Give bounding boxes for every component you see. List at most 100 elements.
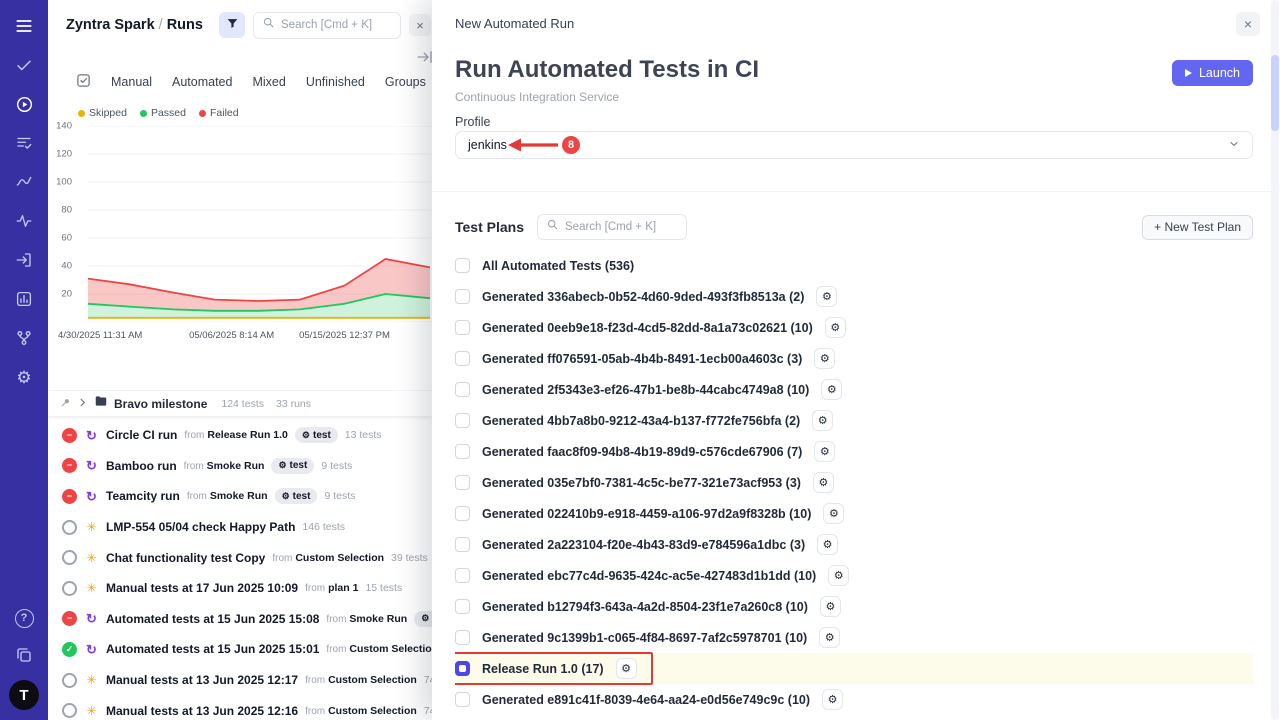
run-row[interactable]: − ↻ Circle CI run fromRelease Run 1.0 ⚙t… (48, 420, 432, 451)
test-plan-settings-button[interactable]: ⚙ (828, 565, 849, 586)
run-row[interactable]: − ↻ Teamcity run fromSmoke Run ⚙test 9 t… (48, 481, 432, 512)
test-plan-checkbox[interactable] (455, 506, 470, 521)
run-name[interactable]: Bamboo run (106, 459, 177, 473)
test-plan-checkbox[interactable] (455, 413, 470, 428)
run-row[interactable]: ✳ Manual tests at 17 Jun 2025 10:09 from… (48, 573, 432, 604)
brand-logo[interactable]: T (9, 680, 39, 710)
run-name[interactable]: Automated tests at 15 Jun 2025 15:08 (106, 612, 319, 626)
tab-mixed[interactable]: Mixed (252, 75, 285, 89)
panel-close-button[interactable]: × (1236, 12, 1260, 36)
run-row[interactable]: − ↻ Automated tests at 15 Jun 2025 15:08… (48, 604, 432, 635)
run-row[interactable]: − ↻ Bamboo run fromSmoke Run ⚙test 9 tes… (48, 451, 432, 482)
test-plan-checkbox[interactable] (455, 382, 470, 397)
run-name[interactable]: Automated tests at 15 Jun 2025 15:01 (106, 642, 319, 656)
test-plan-row[interactable]: Generated 336abecb-0b52-4d60-9ded-493f3f… (455, 281, 1253, 312)
tab-unfinished[interactable]: Unfinished (306, 75, 365, 89)
test-plan-settings-button[interactable]: ⚙ (821, 379, 842, 400)
tab-manual[interactable]: Manual (111, 75, 152, 89)
test-plan-checkbox[interactable] (455, 537, 470, 552)
test-plan-row[interactable]: Release Run 1.0 (17) ⚙ (455, 653, 1253, 684)
settings-gear-icon[interactable]: ⚙ (12, 365, 36, 389)
scrollbar-thumb[interactable] (1271, 55, 1279, 131)
filter-button[interactable] (219, 12, 245, 38)
test-plan-settings-button[interactable]: ⚙ (823, 503, 844, 524)
test-plan-row[interactable]: Generated 9c1399b1-c065-4f84-8697-7af2c5… (455, 622, 1253, 653)
test-plan-row[interactable]: Generated ff076591-05ab-4b4b-8491-1ecb00… (455, 343, 1253, 374)
test-plan-settings-button[interactable]: ⚙ (819, 627, 840, 648)
test-plan-settings-button[interactable]: ⚙ (814, 441, 835, 462)
run-count: 15 tests (365, 582, 402, 594)
test-plan-checkbox[interactable] (455, 258, 470, 273)
test-plan-row[interactable]: Generated 2f5343e3-ef26-47b1-be8b-44cabc… (455, 374, 1253, 405)
test-plan-row[interactable]: Generated 2a223104-f20e-4b43-83d9-e78459… (455, 529, 1253, 560)
test-plan-row[interactable]: Generated faac8f09-94b8-4b19-89d9-c576cd… (455, 436, 1253, 467)
test-plan-settings-button[interactable]: ⚙ (820, 596, 841, 617)
test-plan-row[interactable]: Generated 4bb7a8b0-9212-43a4-b137-f772fe… (455, 405, 1253, 436)
test-plan-settings-button[interactable]: ⚙ (616, 658, 637, 679)
scrollbar-track[interactable] (1271, 0, 1279, 720)
test-plan-checkbox[interactable] (455, 630, 470, 645)
runs-search-input[interactable] (281, 19, 392, 31)
tab-automated[interactable]: Automated (172, 75, 232, 89)
run-row[interactable]: ✓ ↻ Automated tests at 15 Jun 2025 15:01… (48, 634, 432, 665)
test-plan-row[interactable]: All Automated Tests (536) (455, 250, 1253, 281)
test-plan-checkbox[interactable] (455, 320, 470, 335)
launch-button[interactable]: Launch (1172, 60, 1253, 86)
test-plans-search-input[interactable] (565, 221, 678, 233)
test-plan-row[interactable]: Generated 022410b9-e918-4459-a106-97d2a9… (455, 498, 1253, 529)
test-plan-checkbox[interactable] (455, 568, 470, 583)
help-icon[interactable]: ? (12, 606, 36, 630)
run-name[interactable]: Chat functionality test Copy (106, 551, 265, 565)
test-plan-settings-button[interactable]: ⚙ (813, 472, 834, 493)
select-all-icon[interactable] (76, 73, 91, 91)
tab-groups[interactable]: Groups (385, 75, 426, 89)
test-plan-checkbox[interactable] (455, 692, 470, 707)
play-circle-icon[interactable] (12, 92, 36, 116)
test-plan-row[interactable]: Generated e891c41f-8039-4e64-aa24-e0d56e… (455, 684, 1253, 715)
run-name[interactable]: Manual tests at 13 Jun 2025 12:16 (106, 704, 298, 718)
test-plan-settings-button[interactable]: ⚙ (817, 534, 838, 555)
run-row[interactable]: ✳ Manual tests at 13 Jun 2025 12:16 from… (48, 695, 432, 720)
new-test-plan-button[interactable]: + New Test Plan (1142, 215, 1253, 240)
activity-icon[interactable] (12, 209, 36, 233)
drawer-header: Zyntra Spark/Runs × (66, 11, 431, 39)
git-branch-icon[interactable] (12, 326, 36, 350)
test-plan-settings-button[interactable]: ⚙ (825, 317, 846, 338)
run-name[interactable]: Manual tests at 17 Jun 2025 10:09 (106, 581, 298, 595)
test-plan-settings-button[interactable]: ⚙ (812, 410, 833, 431)
chevron-right-icon[interactable] (77, 395, 88, 413)
line-chart-icon[interactable] (12, 170, 36, 194)
library-icon[interactable] (12, 643, 36, 667)
drawer-close-button[interactable]: × (409, 14, 431, 36)
test-plan-settings-button[interactable]: ⚙ (814, 348, 835, 369)
test-plan-settings-button[interactable]: ⚙ (822, 689, 843, 710)
run-row[interactable]: ✳ LMP-554 05/04 check Happy Path 146 tes… (48, 512, 432, 543)
test-plan-checkbox[interactable] (455, 444, 470, 459)
gear-icon: ⚙ (421, 613, 429, 624)
check-icon[interactable] (12, 53, 36, 77)
test-plan-checkbox[interactable] (455, 475, 470, 490)
test-plan-checkbox[interactable] (455, 661, 470, 676)
test-plan-row[interactable]: Generated b12794f3-643a-4a2d-8504-23f1e7… (455, 591, 1253, 622)
run-name[interactable]: LMP-554 05/04 check Happy Path (106, 520, 295, 534)
sign-in-icon[interactable] (12, 248, 36, 272)
test-plan-row[interactable]: Generated 0eeb9e18-f23d-4cd5-82dd-8a1a73… (455, 312, 1253, 343)
test-plan-row[interactable]: Generated 035e7bf0-7381-4c5c-be77-321e73… (455, 467, 1253, 498)
checklist-icon[interactable] (12, 131, 36, 155)
sidebar-bottom: ? T (9, 606, 39, 710)
test-plan-row[interactable]: Generated ebc77c4d-9635-424c-ac5e-427483… (455, 560, 1253, 591)
breadcrumb-app[interactable]: Zyntra Spark (66, 17, 155, 33)
menu-icon[interactable] (12, 14, 36, 38)
run-name[interactable]: Teamcity run (106, 489, 180, 503)
run-row[interactable]: ✳ Manual tests at 13 Jun 2025 12:17 from… (48, 665, 432, 696)
test-plan-checkbox[interactable] (455, 289, 470, 304)
test-plan-checkbox[interactable] (455, 351, 470, 366)
test-plan-checkbox[interactable] (455, 599, 470, 614)
bar-chart-icon[interactable] (12, 287, 36, 311)
run-row[interactable]: ✳ Chat functionality test Copy fromCusto… (48, 542, 432, 573)
profile-label: Profile (455, 115, 490, 129)
test-plan-settings-button[interactable]: ⚙ (816, 286, 837, 307)
run-name[interactable]: Manual tests at 13 Jun 2025 12:17 (106, 673, 298, 687)
milestone-row[interactable]: Bravo milestone 124 tests 33 runs (48, 391, 432, 416)
run-name[interactable]: Circle CI run (106, 428, 177, 442)
